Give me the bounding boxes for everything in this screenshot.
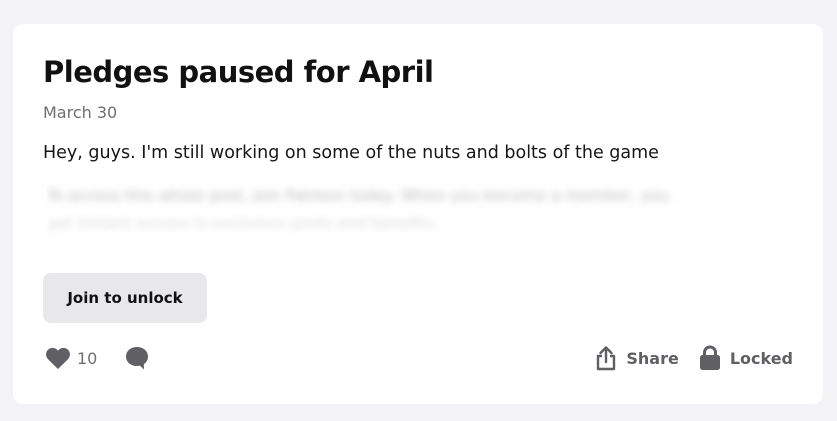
post-title[interactable]: Pledges paused for April — [43, 55, 434, 89]
heart-icon — [46, 347, 70, 369]
share-button[interactable]: Share — [595, 345, 679, 371]
share-label: Share — [626, 348, 679, 368]
join-to-unlock-button[interactable]: Join to unlock — [43, 273, 207, 323]
comment-icon — [126, 347, 149, 370]
like-count: 10 — [77, 348, 98, 368]
post-date: March 30 — [43, 103, 118, 122]
comment-button[interactable] — [124, 345, 150, 371]
locked-teaser-line: To access this whole post, join Patreon … — [47, 187, 670, 205]
locked-teaser-line: get instant access to exclusive posts an… — [47, 215, 439, 233]
post-excerpt: Hey, guys. I'm still working on some of … — [43, 143, 659, 163]
like-button[interactable]: 10 — [45, 346, 97, 370]
post-card: Pledges paused for April March 30 Hey, g… — [13, 24, 823, 404]
locked-content-teaser: To access this whole post, join Patreon … — [47, 182, 777, 238]
lock-icon — [699, 345, 720, 370]
share-icon — [597, 346, 616, 371]
post-reactions: 10 — [45, 345, 150, 371]
locked-label: Locked — [729, 348, 793, 368]
post-actions: Share Locked — [595, 344, 793, 372]
locked-status: Locked — [699, 345, 793, 371]
